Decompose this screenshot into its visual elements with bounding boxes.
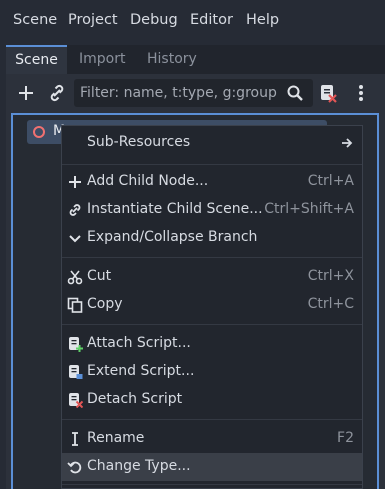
menu-item-copy[interactable]: Copy Ctrl+C — [62, 291, 362, 319]
menu-separator — [62, 164, 362, 165]
tab-scene[interactable]: Scene — [6, 45, 67, 74]
script-remove-icon — [321, 85, 337, 103]
main-menubar: Scene Project Debug Editor Help — [0, 0, 385, 42]
menu-item-label: Attach Script... — [87, 335, 191, 351]
link-icon — [50, 84, 64, 102]
menu-item-shortcut: Ctrl+Shift+A — [264, 201, 354, 217]
menu-item-rename[interactable]: Rename F2 — [62, 425, 362, 453]
menu-item-detach-script[interactable]: Detach Script — [62, 386, 362, 414]
filter-input-box — [74, 79, 313, 107]
menu-item-shortcut: Ctrl+X — [307, 268, 354, 284]
search-icon[interactable] — [286, 84, 304, 102]
dock-options-button[interactable] — [349, 81, 373, 105]
menu-separator — [62, 419, 362, 420]
kebab-menu-icon — [359, 85, 363, 101]
menu-item-shortcut: Ctrl+A — [307, 173, 354, 189]
menu-debug[interactable]: Debug — [130, 12, 178, 28]
plus-icon — [19, 86, 33, 100]
menu-scene[interactable]: Scene — [13, 12, 57, 28]
node-circle-icon — [33, 126, 45, 138]
menu-item-shortcut: F2 — [337, 430, 354, 446]
menu-item-cut[interactable]: Cut Ctrl+X — [62, 263, 362, 291]
chevron-down-icon — [69, 235, 81, 243]
menu-help[interactable]: Help — [246, 12, 279, 28]
scene-toolbar — [6, 75, 385, 111]
plus-icon — [69, 176, 81, 188]
menu-item-label: Cut — [87, 268, 112, 284]
menu-item-expand-collapse-branch[interactable]: Expand/Collapse Branch — [62, 224, 362, 252]
menu-item-instantiate-child-scene[interactable]: Instantiate Child Scene... Ctrl+Shift+A — [62, 196, 362, 224]
scissors-icon — [67, 270, 83, 285]
copy-icon — [67, 297, 83, 313]
rotate-icon — [67, 461, 82, 474]
script-add-icon — [69, 337, 83, 352]
menu-separator — [62, 257, 362, 258]
menu-item-label: Sub-Resources — [87, 134, 191, 150]
dock-tabbar: Scene Import History — [6, 45, 385, 74]
menu-item-label: Expand/Collapse Branch — [87, 229, 258, 245]
node-context-menu: Sub-Resources Add Child Node... Ctrl+A I… — [61, 125, 363, 489]
menu-item-label: Rename — [87, 430, 145, 446]
menu-item-add-child-node[interactable]: Add Child Node... Ctrl+A — [62, 168, 362, 196]
tab-history[interactable]: History — [147, 45, 197, 74]
menu-separator — [62, 324, 362, 325]
menu-item-label: Instantiate Child Scene... — [87, 201, 263, 217]
menu-item-label: Add Child Node... — [87, 173, 209, 189]
menu-item-label: Detach Script — [87, 391, 183, 407]
remote-script-button[interactable] — [316, 81, 340, 105]
add-node-button[interactable] — [14, 81, 38, 105]
tab-import[interactable]: Import — [79, 45, 125, 74]
arrow-right-icon — [342, 138, 353, 148]
filter-nodes-input[interactable] — [80, 79, 280, 107]
menu-item-label: Copy — [87, 296, 123, 312]
menu-separator — [62, 484, 362, 485]
menu-item-sub-resources[interactable]: Sub-Resources — [62, 129, 362, 157]
script-remove-icon — [69, 393, 83, 408]
menu-editor[interactable]: Editor — [190, 12, 233, 28]
menu-item-label: Extend Script... — [87, 363, 195, 379]
menu-item-change-type[interactable]: Change Type... — [62, 453, 362, 481]
menu-project[interactable]: Project — [68, 12, 118, 28]
menu-item-attach-script[interactable]: Attach Script... — [62, 330, 362, 358]
text-cursor-icon — [72, 432, 78, 446]
menu-item-label: Change Type... — [87, 458, 191, 474]
menu-item-shortcut: Ctrl+C — [307, 296, 354, 312]
menu-item-extend-script[interactable]: Extend Script... — [62, 358, 362, 386]
instantiate-scene-button[interactable] — [45, 81, 69, 105]
script-extend-icon — [69, 365, 83, 379]
link-icon — [69, 204, 81, 216]
